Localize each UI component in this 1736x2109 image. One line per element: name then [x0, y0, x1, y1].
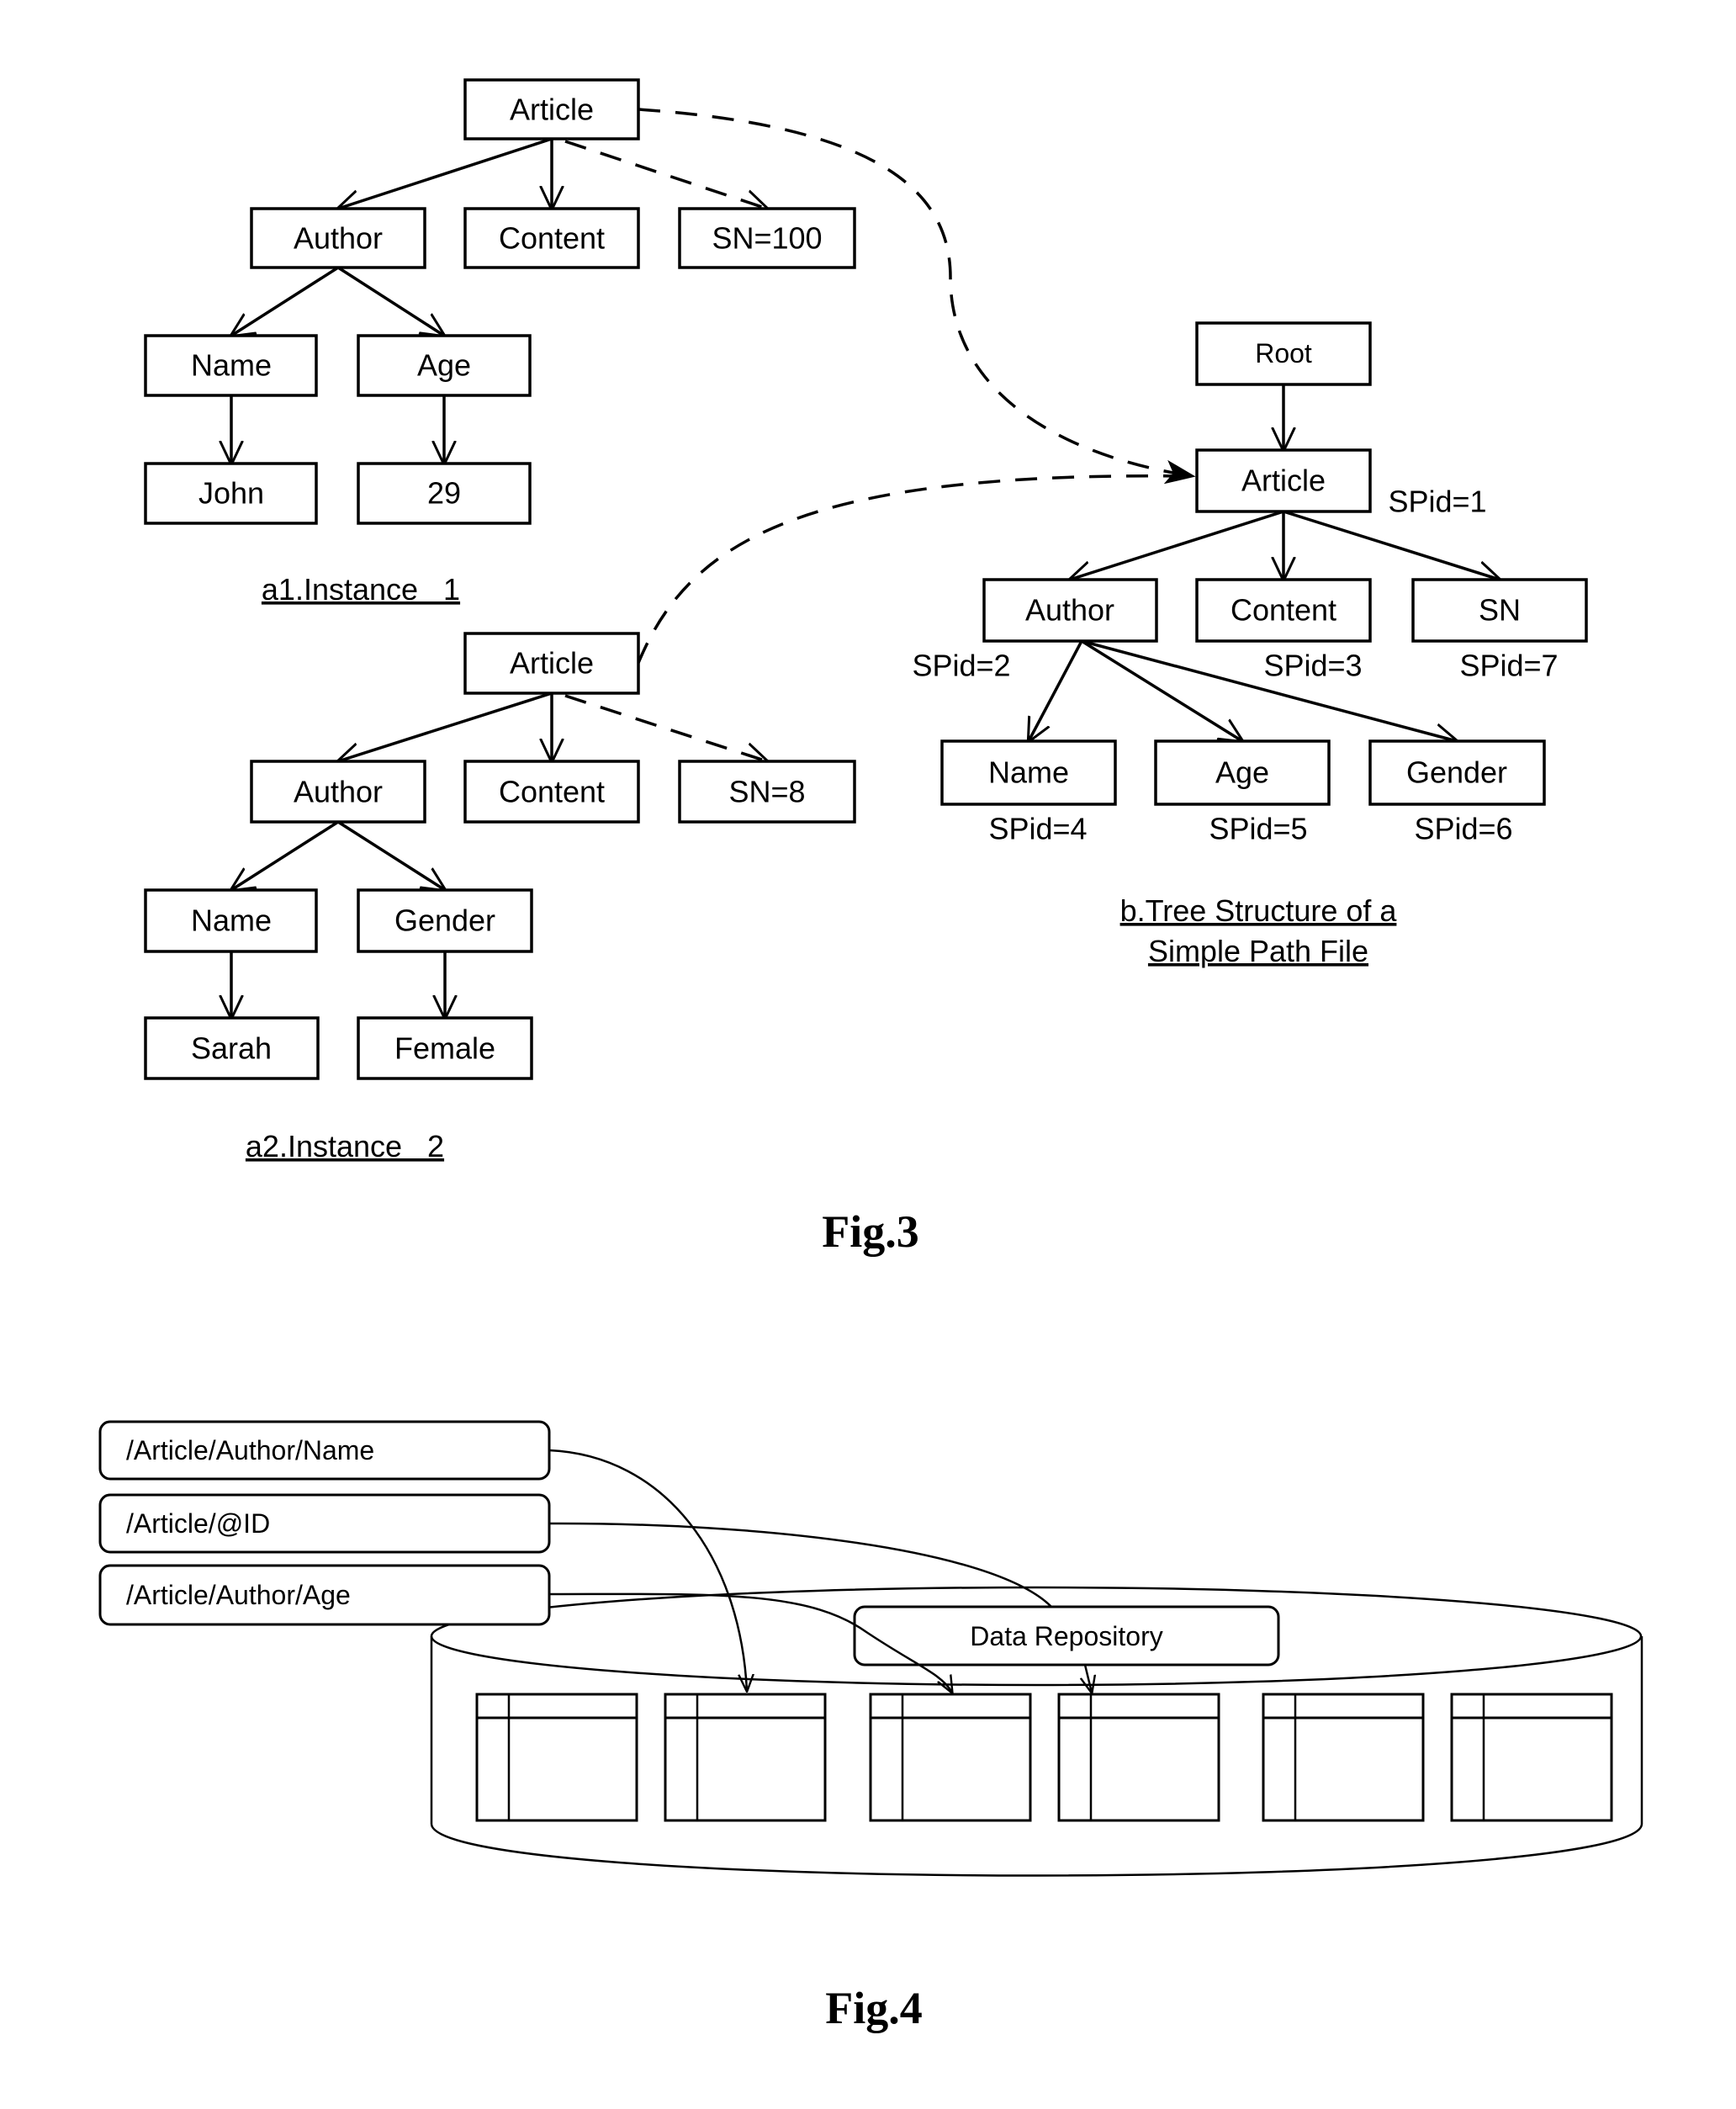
table-icon: [664, 1693, 827, 1822]
node-age-value: 29: [357, 462, 532, 525]
spid-label-sn: SPid=7: [1459, 649, 1558, 683]
instance-1-caption: a1.Instance 1: [262, 572, 460, 607]
edge-article-sn: [1283, 510, 1500, 580]
svg-text:Article: Article: [510, 646, 594, 681]
edge-author-age: [1081, 639, 1242, 741]
svg-text:Root: Root: [1255, 338, 1312, 368]
node-author: Author: [982, 578, 1158, 643]
instance-2-caption: a2.Instance 2: [246, 1129, 444, 1163]
svg-text:Author: Author: [294, 775, 383, 809]
svg-text:Gender: Gender: [1406, 755, 1507, 790]
edge-article-sn-dashed: [564, 694, 767, 761]
node-article: Article: [463, 632, 640, 695]
tree-caption-line-2: Simple Path File: [1148, 934, 1368, 968]
node-sn: SN=8: [678, 760, 856, 824]
edge-article-author: [338, 692, 553, 761]
node-content: Content: [463, 207, 640, 269]
table-icon: [475, 1693, 638, 1822]
node-name-value: John: [144, 462, 318, 525]
node-article: Article: [1195, 448, 1372, 513]
node-article: Article: [463, 78, 640, 140]
svg-text:29: 29: [427, 476, 461, 511]
svg-text:John: John: [198, 476, 264, 511]
node-sn: SN: [1411, 578, 1588, 643]
edge-author-name: [231, 266, 339, 336]
svg-text:Gender: Gender: [394, 903, 495, 938]
node-gender: Gender: [357, 888, 533, 953]
svg-text:/Article/Author/Name: /Article/Author/Name: [126, 1435, 374, 1465]
table-icon: [869, 1693, 1032, 1822]
svg-text:Name: Name: [988, 755, 1069, 790]
node-name: Name: [144, 334, 318, 397]
connector-repository-to-table: [1085, 1664, 1092, 1693]
svg-text:/Article/Author/Age: /Article/Author/Age: [126, 1580, 351, 1610]
spid-label-author: SPid=2: [912, 649, 1010, 683]
svg-text:Name: Name: [191, 348, 272, 383]
node-age: Age: [357, 334, 532, 397]
svg-text:SN=8: SN=8: [728, 775, 805, 809]
svg-text:Age: Age: [417, 348, 471, 383]
svg-text:Female: Female: [394, 1031, 495, 1066]
node-name: Name: [144, 888, 318, 953]
path-box: /Article/Author/Name: [98, 1420, 551, 1481]
svg-text:Article: Article: [1241, 464, 1326, 498]
node-sn: SN=100: [678, 207, 856, 269]
spid-label-content: SPid=3: [1263, 649, 1362, 683]
edge-author-age: [337, 266, 444, 336]
table-icon: [1450, 1693, 1613, 1822]
svg-text:SN: SN: [1479, 593, 1521, 628]
svg-text:Data Repository: Data Repository: [970, 1621, 1162, 1651]
edge-article-sn-dashed: [564, 140, 767, 209]
node-root: Root: [1195, 321, 1372, 386]
svg-text:Content: Content: [1231, 593, 1336, 628]
connector-name-to-table: [548, 1449, 747, 1691]
svg-text:SN=100: SN=100: [712, 221, 822, 256]
node-author: Author: [250, 760, 426, 824]
node-gender: Gender: [1368, 739, 1546, 806]
table-icon: [1057, 1693, 1220, 1822]
spid-label-article: SPid=1: [1388, 485, 1486, 519]
node-age: Age: [1154, 739, 1331, 806]
svg-text:Author: Author: [294, 221, 383, 256]
figure-4-label: Fig.4: [825, 1983, 923, 2033]
path-box: /Article/Author/Age: [98, 1564, 551, 1626]
repository-tables: [475, 1693, 1613, 1822]
edge-author-name: [1029, 640, 1083, 741]
edge-author-gender: [337, 820, 445, 890]
svg-text:Name: Name: [191, 903, 272, 938]
tree-caption-line-1: b.Tree Structure of a: [1120, 893, 1398, 928]
edge-author-name: [231, 820, 339, 890]
node-gender-value: Female: [357, 1016, 533, 1080]
path-box: /Article/@ID: [98, 1493, 551, 1554]
svg-text:Age: Age: [1215, 755, 1269, 790]
table-icon: [1262, 1693, 1425, 1822]
node-content: Content: [1195, 578, 1372, 643]
svg-text:/Article/@ID: /Article/@ID: [126, 1508, 270, 1539]
node-name-value: Sarah: [144, 1016, 320, 1080]
edge-article-author: [1070, 510, 1284, 580]
node-name: Name: [940, 739, 1117, 806]
node-author: Author: [250, 207, 426, 269]
patent-figures: Article Author Content SN=100 Name Age J…: [98, 78, 1643, 2033]
spid-label-age: SPid=5: [1209, 812, 1307, 846]
path-list: /Article/Author/Name /Article/@ID /Artic…: [98, 1420, 551, 1626]
mapping-curve-instance-1: [638, 108, 1196, 485]
data-repository-label-box: Data Repository: [853, 1605, 1280, 1667]
instance-2-tree: Article Author Content SN=8 Name Gender …: [144, 632, 856, 1163]
svg-text:Sarah: Sarah: [191, 1031, 272, 1066]
spid-label-gender: SPid=6: [1414, 812, 1512, 846]
svg-text:Article: Article: [510, 93, 594, 127]
spid-label-name: SPid=4: [988, 812, 1087, 846]
edge-article-author: [338, 137, 553, 209]
figure-3-label: Fig.3: [822, 1206, 919, 1257]
instance-1-tree: Article Author Content SN=100 Name Age J…: [144, 78, 856, 607]
svg-text:Author: Author: [1025, 593, 1114, 628]
svg-text:Content: Content: [499, 221, 605, 256]
svg-text:Content: Content: [499, 775, 605, 809]
node-content: Content: [463, 760, 640, 824]
simple-path-tree: Root Article SPid=1 Author SPid=2 Conten…: [912, 321, 1588, 968]
